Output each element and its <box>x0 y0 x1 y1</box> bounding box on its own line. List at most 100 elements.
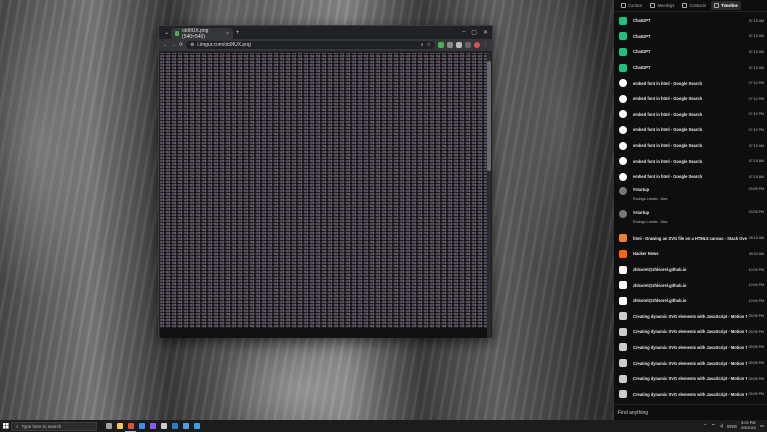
tab-contacts[interactable]: Contacts <box>679 1 709 10</box>
menu-kebab-icon[interactable]: ⋮ <box>483 42 488 48</box>
panel-tabs: Context Meetings Contacts Timeline <box>614 0 767 12</box>
item-title: embed font in html - Google Search <box>633 158 703 164</box>
photos-app-button[interactable] <box>191 420 202 432</box>
timeline-item[interactable]: embed font in html - Google Search 07:14 … <box>614 91 767 107</box>
tab-close-icon[interactable]: × <box>226 31 229 37</box>
item-title: embed font in html - Google Search <box>633 80 703 86</box>
word-app-button[interactable] <box>169 420 180 432</box>
timeline-item[interactable]: embed font in html - Google Search 07:15 … <box>614 153 767 169</box>
vertical-scrollbar[interactable] <box>487 53 491 338</box>
timeline-item[interactable]: embed font in html - Google Search 07:15 … <box>614 138 767 154</box>
close-window-icon[interactable]: ✕ <box>483 29 488 36</box>
taskview-app-button[interactable] <box>103 420 114 432</box>
address-bar[interactable]: ⊜ i.imgur.com/ob9IUX.png ⌕ ☆ <box>186 41 435 49</box>
timeline-item[interactable]: Hacker News 09:03 AM <box>614 246 767 262</box>
visualstudio-app-button[interactable] <box>147 420 158 432</box>
tab-meetings[interactable]: Meetings <box>647 1 677 10</box>
find-anything-input[interactable]: Find anything <box>614 404 767 420</box>
start-button[interactable] <box>0 420 11 432</box>
meeting-icon <box>619 209 627 218</box>
forward-button[interactable]: → <box>171 42 176 48</box>
extension-icon[interactable] <box>447 42 453 48</box>
context-icon <box>621 3 626 8</box>
new-tab-button[interactable]: + <box>233 28 242 37</box>
taskbar-search[interactable]: ⌕ Type here to search <box>11 421 97 431</box>
motiontricks-icon <box>619 343 627 352</box>
timeline-item[interactable]: embed font in html - Google Search 07:15 … <box>614 169 767 185</box>
tray-chevron-icon[interactable]: ⌃ <box>703 423 707 429</box>
timeline-item[interactable]: zhlsorel@zhlsorel.github.io 10:04 PM <box>614 293 767 309</box>
scrollbar-thumb[interactable] <box>487 61 491 171</box>
chrome-app-button[interactable] <box>125 420 136 432</box>
extension-shield-icon[interactable] <box>438 42 444 48</box>
motiontricks-icon <box>619 390 627 399</box>
item-time: 07:15 AM <box>748 34 764 39</box>
back-button[interactable]: ← <box>163 42 168 48</box>
item-title: zhlsorel@zhlsorel.github.io <box>633 267 687 273</box>
google-icon <box>619 172 627 181</box>
motiontricks-icon <box>619 312 627 321</box>
maximize-icon[interactable]: ▢ <box>471 29 477 36</box>
google-icon <box>619 141 627 150</box>
timeline-panel: Context Meetings Contacts Timeline ChatG… <box>614 0 767 420</box>
timeline-item[interactable]: embed font in html - Google Search 07:14 … <box>614 75 767 91</box>
item-time: 07:15 AM <box>748 65 764 70</box>
timeline-item[interactable]: Creating dynamic SVG elements with JavaS… <box>614 309 767 325</box>
motiontricks-icon <box>619 327 627 336</box>
profile-avatar[interactable] <box>474 42 480 48</box>
timeline-item[interactable]: Creating dynamic SVG elements with JavaS… <box>614 386 767 402</box>
bookmark-star-icon[interactable]: ☆ <box>427 42 431 48</box>
tab-context[interactable]: Context <box>618 1 645 10</box>
chatgpt-icon <box>619 16 627 25</box>
extensions-puzzle-icon[interactable] <box>456 42 462 48</box>
sidepanel-icon[interactable] <box>465 42 471 48</box>
volume-icon[interactable]: ◃) <box>719 423 723 429</box>
notification-icon[interactable]: ▭ <box>760 423 764 429</box>
site-info-icon[interactable]: ⊜ <box>190 42 194 48</box>
timeline-item[interactable]: zhlsorel@zhlsorel.github.io 10:04 PM <box>614 262 767 278</box>
timeline-item[interactable]: Creating dynamic SVG elements with JavaS… <box>614 355 767 371</box>
timeline-item[interactable]: Creating dynamic SVG elements with JavaS… <box>614 371 767 387</box>
timeline-item[interactable]: ChatGPT 07:15 AM <box>614 13 767 29</box>
item-time: 09:05 PM <box>748 345 764 350</box>
item-title: Creating dynamic SVG elements with JavaS… <box>633 313 747 319</box>
item-title: html - Drawing an SVG file on a HTML5 ca… <box>633 235 747 241</box>
timeline-item[interactable]: embed font in html - Google Search 07:14 … <box>614 122 767 138</box>
windows-icon <box>2 423 9 429</box>
motiontricks-icon <box>619 359 627 368</box>
item-title: embed font in html - Google Search <box>633 143 703 149</box>
timeline-item[interactable]: embed font in html - Google Search 07:14 … <box>614 107 767 123</box>
item-title: Hacker News <box>633 251 659 257</box>
app-app-button[interactable] <box>180 420 191 432</box>
timeline-item[interactable]: Creating dynamic SVG elements with JavaS… <box>614 324 767 340</box>
browser-tab[interactable]: ob9IUX.png (540×540) × <box>171 28 233 40</box>
tab-search-icon[interactable]: ⌄ <box>162 28 171 37</box>
item-title: ChatGPT <box>633 18 651 24</box>
timeline-item[interactable]: ChatGPT 07:15 AM <box>614 60 767 76</box>
vscode-app-button[interactable] <box>136 420 147 432</box>
item-time: 07:14 PM <box>748 112 764 117</box>
zoom-icon[interactable]: ⌕ <box>421 42 424 48</box>
timeline-item[interactable]: ChatGPT 07:15 AM <box>614 29 767 45</box>
timeline-list: ChatGPT 07:15 AM ChatGPT 07:15 AM ChatGPT 07:… <box>614 13 767 402</box>
google-icon <box>619 110 627 119</box>
item-title: zhlsorel@zhlsorel.github.io <box>633 298 687 304</box>
meeting-item[interactable]: #startup 03:05 PM Rodrigo Lobato · Alex <box>614 185 767 208</box>
clock[interactable]: 5:03 PM 2/9/2024 <box>741 421 756 431</box>
meeting-icon <box>619 186 627 195</box>
item-title: embed font in html - Google Search <box>633 96 703 102</box>
timeline-item[interactable]: zhlsorel@zhlsorel.github.io 10:04 PM <box>614 277 767 293</box>
tab-timeline[interactable]: Timeline <box>710 1 741 10</box>
search-icon: ⌕ <box>16 423 19 429</box>
terminal-app-button[interactable] <box>158 420 169 432</box>
timeline-item[interactable]: ChatGPT 07:15 AM <box>614 44 767 60</box>
meeting-item[interactable]: #startup 03:05 PM Rodrigo Lobato · Alex <box>614 208 767 231</box>
network-icon[interactable]: ⌔ <box>711 423 715 429</box>
minimize-icon[interactable]: – <box>462 29 465 36</box>
reload-button[interactable]: ⟳ <box>179 42 183 48</box>
contacts-icon <box>682 3 688 8</box>
timeline-item[interactable]: html - Drawing an SVG file on a HTML5 ca… <box>614 231 767 247</box>
timeline-item[interactable]: Creating dynamic SVG elements with JavaS… <box>614 340 767 356</box>
language-indicator[interactable]: ENG <box>727 424 737 429</box>
explorer-app-button[interactable] <box>114 420 125 432</box>
